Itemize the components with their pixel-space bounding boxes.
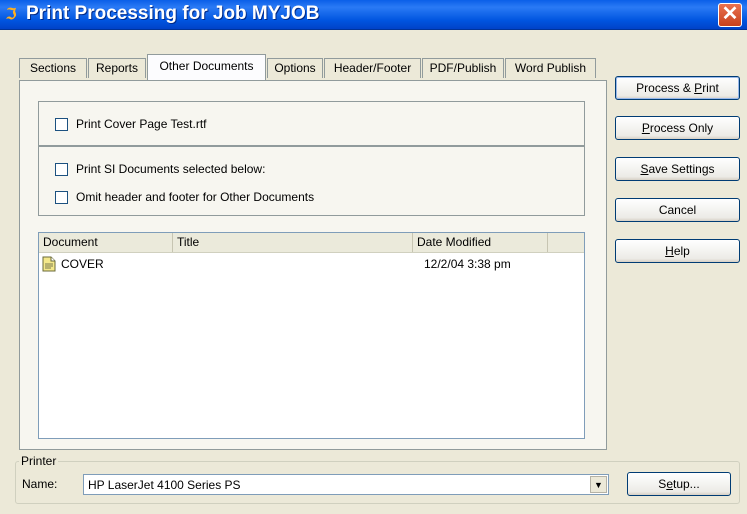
tab-reports[interactable]: Reports — [88, 58, 146, 78]
close-button[interactable]: ✕ — [718, 3, 742, 27]
document-date-modified: 12/2/04 3:38 pm — [424, 257, 511, 271]
cancel-button[interactable]: Cancel — [615, 198, 740, 222]
si-documents-group — [38, 146, 585, 216]
process-only-button[interactable]: Process Only — [615, 116, 740, 140]
list-header: Document Title Date Modified — [39, 233, 584, 253]
document-icon — [42, 256, 56, 272]
title-bar: ℑ Print Processing for Job MYJOB ✕ — [0, 0, 747, 30]
tab-pdf-publish[interactable]: PDF/Publish — [422, 58, 504, 78]
printer-group-label: Printer — [19, 454, 59, 468]
document-list[interactable]: Document Title Date Modified COVER 12/2/… — [38, 232, 585, 439]
process-print-button[interactable]: Process & Print — [615, 76, 740, 100]
tab-options[interactable]: Options — [267, 58, 323, 78]
printer-select-value: HP LaserJet 4100 Series PS — [88, 478, 241, 492]
tab-other-documents[interactable]: Other Documents — [147, 54, 266, 80]
column-header-date-modified[interactable]: Date Modified — [413, 233, 548, 252]
setup-button[interactable]: Setup... — [627, 472, 731, 496]
column-header-title[interactable]: Title — [173, 233, 413, 252]
printer-name-label: Name: — [22, 477, 58, 491]
print-si-documents-label: Print SI Documents selected below: — [76, 162, 266, 176]
tab-word-publish[interactable]: Word Publish — [505, 58, 596, 78]
column-header-document[interactable]: Document — [39, 233, 173, 252]
window-title: Print Processing for Job MYJOB — [26, 3, 320, 24]
print-cover-page-label: Print Cover Page Test.rtf — [76, 117, 207, 131]
close-icon: ✕ — [721, 3, 739, 25]
print-si-documents-checkbox[interactable] — [55, 163, 68, 176]
tab-header-footer[interactable]: Header/Footer — [324, 58, 421, 78]
list-item[interactable]: COVER 12/2/04 3:38 pm — [39, 255, 584, 273]
omit-header-footer-checkbox[interactable] — [55, 191, 68, 204]
column-header-empty — [548, 233, 584, 252]
print-cover-page-checkbox[interactable] — [55, 118, 68, 131]
help-button[interactable]: Help — [615, 239, 740, 263]
document-name: COVER — [61, 257, 104, 271]
chevron-down-icon[interactable]: ▼ — [590, 476, 607, 493]
omit-header-footer-label: Omit header and footer for Other Documen… — [76, 190, 315, 204]
tab-sections[interactable]: Sections — [19, 58, 87, 78]
app-icon: ℑ — [6, 6, 17, 23]
printer-select[interactable]: HP LaserJet 4100 Series PS ▼ — [83, 474, 609, 495]
save-settings-button[interactable]: Save Settings — [615, 157, 740, 181]
